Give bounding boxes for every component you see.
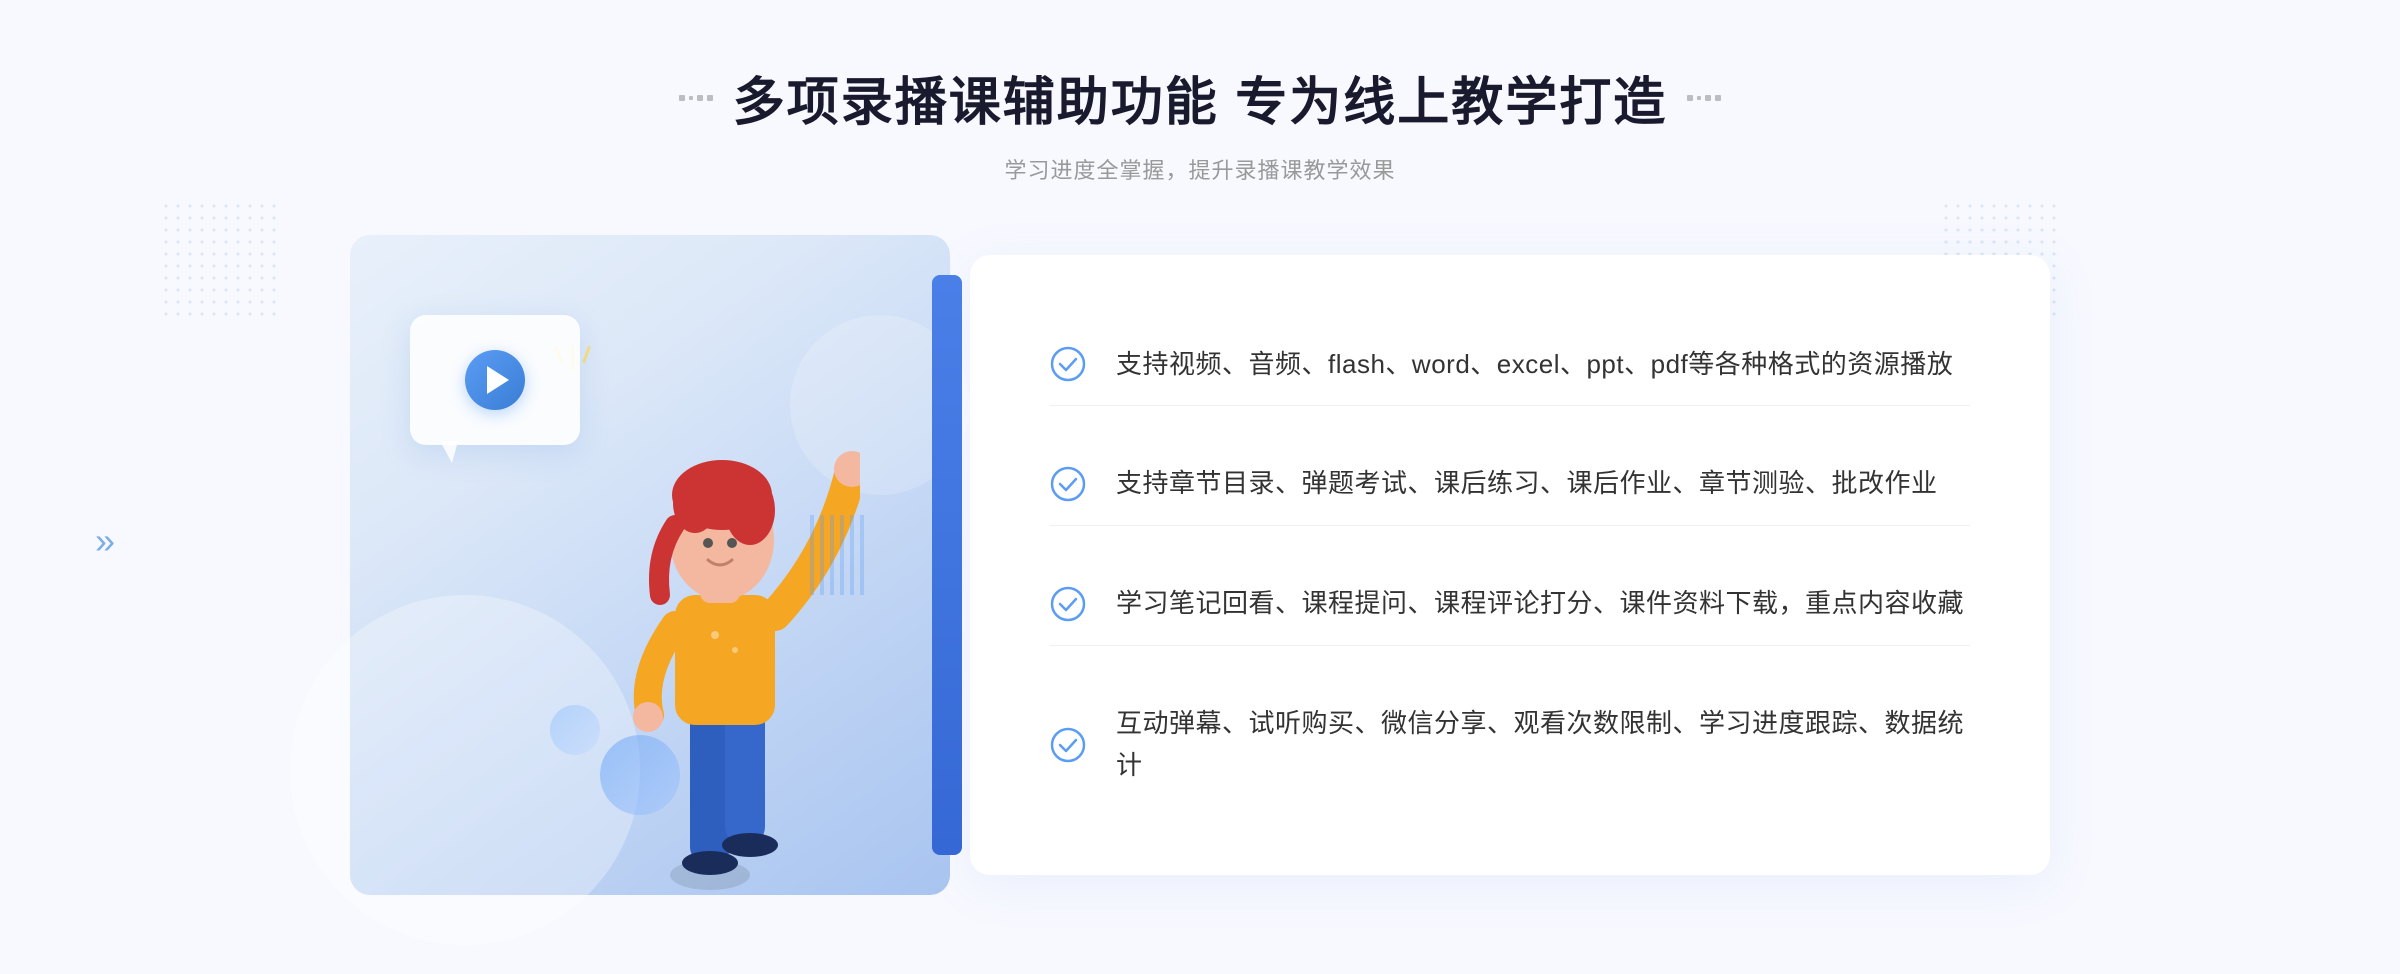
page-container: » 多项录播课辅助功能 专为线上教学打造 学习进度全掌握，提升录播课教学效果 — [0, 0, 2400, 974]
illustration-panel — [350, 235, 950, 895]
check-icon-1 — [1050, 346, 1086, 382]
deco-circle-blue — [600, 735, 680, 815]
feature-item-1: 支持视频、音频、flash、word、excel、ppt、pdf等各种格式的资源… — [1050, 324, 1970, 407]
speech-bubble — [410, 315, 580, 445]
play-icon — [465, 350, 525, 410]
check-icon-4 — [1050, 727, 1086, 763]
check-icon-3 — [1050, 586, 1086, 622]
feature-item-2: 支持章节目录、弹题考试、课后练习、课后作业、章节测验、批改作业 — [1050, 443, 1970, 526]
title-decorator-right — [1687, 95, 1721, 101]
stripe-decoration — [810, 515, 870, 595]
main-content: 支持视频、音频、flash、word、excel、ppt、pdf等各种格式的资源… — [350, 235, 2050, 895]
feature-text-4: 互动弹幕、试听购买、微信分享、观看次数限制、学习进度跟踪、数据统计 — [1116, 703, 1970, 786]
check-icon-2 — [1050, 466, 1086, 502]
light-ray-3 — [582, 346, 591, 364]
feature-item-3: 学习笔记回看、课程提问、课程评论打分、课件资料下载，重点内容收藏 — [1050, 563, 1970, 646]
blue-accent-bar — [932, 275, 962, 855]
content-panel: 支持视频、音频、flash、word、excel、ppt、pdf等各种格式的资源… — [970, 255, 2050, 875]
title-row: 多项录播课辅助功能 专为线上教学打造 — [679, 60, 1721, 135]
title-decorator-left — [679, 95, 713, 101]
deco-circle-blue-small — [550, 705, 600, 755]
header-section: 多项录播课辅助功能 专为线上教学打造 学习进度全掌握，提升录播课教学效果 — [679, 60, 1721, 185]
feature-item-4: 互动弹幕、试听购买、微信分享、观看次数限制、学习进度跟踪、数据统计 — [1050, 683, 1970, 806]
arrow-left-decoration: » — [95, 520, 115, 562]
character-figure — [560, 395, 860, 895]
feature-text-2: 支持章节目录、弹题考试、课后练习、课后作业、章节测验、批改作业 — [1116, 463, 1938, 505]
page-subtitle: 学习进度全掌握，提升录播课教学效果 — [679, 153, 1721, 185]
feature-text-3: 学习笔记回看、课程提问、课程评论打分、课件资料下载，重点内容收藏 — [1116, 583, 1964, 625]
page-title: 多项录播课辅助功能 专为线上教学打造 — [733, 60, 1667, 135]
bg-dots-left — [160, 200, 280, 320]
feature-text-1: 支持视频、音频、flash、word、excel、ppt、pdf等各种格式的资源… — [1116, 344, 1953, 386]
